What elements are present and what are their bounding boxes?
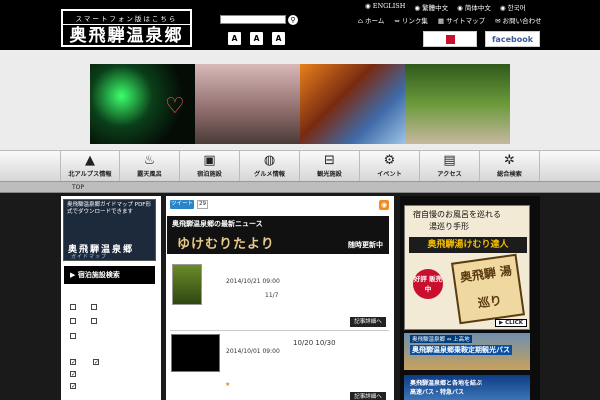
language-links: ◉ ENGLISH ◉ 繁體中文 ◉ 简体中文 ◉ 한국어 (365, 2, 526, 12)
news-heading: 奥飛騨温泉郷の最新ニュース (172, 219, 263, 228)
top-nav: ⌂ ホーム ⇔ リンク集 ▦ サイトマップ ✉ お問い合わせ (358, 15, 542, 25)
font-size-small-button[interactable]: A (228, 32, 241, 45)
divider (170, 330, 389, 331)
menu-alps[interactable]: ▲ 北アルプス情報 (60, 151, 120, 181)
lodging-search-heading: ▶ 宿泊施設検索 (64, 266, 155, 284)
on-sale-badge: 好評 販売中 (413, 269, 443, 299)
lang-korean[interactable]: ◉ 한국어 (500, 2, 526, 12)
yumeguri-ticket-stamp: 奥飛騨 湯巡り (451, 253, 525, 325)
more-button[interactable]: 記事詳細へ (350, 392, 386, 400)
checkbox-checked[interactable]: ✓ (70, 359, 76, 366)
social-share-button[interactable] (423, 31, 477, 47)
news-thumbnail[interactable] (172, 264, 202, 305)
search-input[interactable] (220, 15, 286, 24)
more-button[interactable]: 記事詳細へ (350, 317, 386, 327)
luggage-icon: ▣ (203, 153, 216, 168)
menu-access[interactable]: ▤ アクセス (420, 151, 480, 181)
checkbox-checked[interactable]: ✓ (70, 371, 76, 378)
hero-image-onsen (405, 64, 510, 144)
news-title: ゆけむりたより (177, 237, 275, 252)
facebook-button[interactable]: facebook (485, 31, 540, 47)
news-text[interactable]: 11/7 (265, 292, 278, 299)
news-tag: 随時更新中 (348, 240, 383, 249)
hero-image-lights: ♡ (90, 64, 195, 144)
tweet-button[interactable]: ツイート (170, 200, 194, 209)
nav-home[interactable]: ⌂ ホーム (358, 15, 384, 25)
ropeway-icon: ⊟ (324, 153, 335, 168)
main-menu: ▲ 北アルプス情報 ♨ 露天風呂 ▣ 宿泊施設 ◍ グルメ情報 ⊟ 観光施設 ⚙ イベント … (0, 150, 600, 182)
tweet-count: 29 (197, 200, 208, 209)
highway-bus-banner[interactable]: 奥飛騨温泉郷と各地を結ぶ 高速バス・特急バス (404, 375, 530, 400)
news-thumbnail[interactable] (171, 334, 220, 372)
share-icon (445, 34, 455, 44)
lang-traditional-chinese[interactable]: ◉ 繁體中文 (414, 2, 448, 12)
font-size-medium-button[interactable]: A (250, 32, 263, 45)
mountain-icon: ▲ (85, 153, 95, 168)
checkbox-checked[interactable]: ✓ (93, 359, 99, 366)
menu-gourmet[interactable]: ◍ グルメ情報 (240, 151, 300, 181)
nav-links[interactable]: ⇔ リンク集 (394, 15, 428, 25)
hero-image-sakura (195, 64, 300, 144)
checkbox-checked[interactable]: ✓ (70, 383, 76, 390)
news-date: 2014/10/21 09:00 (226, 278, 280, 285)
checkbox[interactable] (70, 304, 76, 310)
breadcrumb-top[interactable]: TOP (72, 184, 84, 191)
news-date: 2014/10/01 09:00 (226, 348, 280, 355)
event-icon: ⚙ (383, 153, 396, 168)
menu-sightseeing[interactable]: ⊟ 観光施設 (300, 151, 360, 181)
breadcrumb: TOP (0, 182, 600, 193)
smartphone-link[interactable]: スマートフォン版はこちら (63, 11, 190, 25)
checkbox[interactable] (91, 318, 97, 324)
lang-english[interactable]: ◉ ENGLISH (365, 2, 405, 12)
site-logo[interactable]: スマートフォン版はこちら 奥飛騨温泉郷 (61, 9, 192, 47)
news-header: 奥飛騨温泉郷の最新ニュース ゆけむりたより 随時更新中 (167, 216, 389, 254)
nav-contact[interactable]: ✉ お問い合わせ (495, 15, 542, 25)
hero-slideshow[interactable]: ♡ (90, 64, 510, 144)
menu-lodging[interactable]: ▣ 宿泊施設 (180, 151, 240, 181)
menu-event[interactable]: ⚙ イベント (360, 151, 420, 181)
checkbox[interactable] (70, 318, 76, 324)
norikura-bus-banner[interactable]: 奥飛騨温泉郷 ⇔ 上高地 奥飛騨温泉郷乗鞍定期観光バス (404, 333, 530, 370)
font-size-large-button[interactable]: A (272, 32, 285, 45)
rss-icon[interactable]: ◉ (379, 200, 389, 210)
yumeguri-banner[interactable]: 宿自慢のお風呂を巡れる 湯巡り手形 奥飛騨湯けむり達人 好評 販売中 奥飛騨 湯… (404, 205, 530, 330)
checkbox[interactable] (70, 333, 76, 339)
menu-search[interactable]: ✲ 総合検索 (480, 151, 540, 181)
heart-icon: ♡ (165, 94, 185, 119)
search-icon[interactable]: ⚲ (288, 15, 298, 25)
dining-icon: ◍ (263, 153, 276, 168)
lang-simplified-chinese[interactable]: ◉ 简体中文 (457, 2, 491, 12)
search-grid-icon: ✲ (504, 153, 515, 168)
checkbox[interactable] (91, 304, 97, 310)
menu-rotenburo[interactable]: ♨ 露天風呂 (120, 151, 180, 181)
hero-image-autumn (300, 64, 405, 144)
click-label: ▶ CLICK (494, 319, 527, 327)
train-icon: ▤ (443, 153, 456, 168)
hot-spring-icon: ♨ (143, 153, 156, 168)
star-icon: ★ (225, 381, 231, 388)
logo-text: 奥飛騨温泉郷 (69, 26, 184, 46)
guide-map-banner[interactable]: 奥飛騨温泉郷ガイドマップ PDF形式でダウンロードできます 奥飛騨温泉郷 ガイド… (63, 199, 156, 261)
nav-sitemap[interactable]: ▦ サイトマップ (438, 15, 485, 25)
news-text[interactable]: 10/20 10/30 (293, 339, 336, 347)
